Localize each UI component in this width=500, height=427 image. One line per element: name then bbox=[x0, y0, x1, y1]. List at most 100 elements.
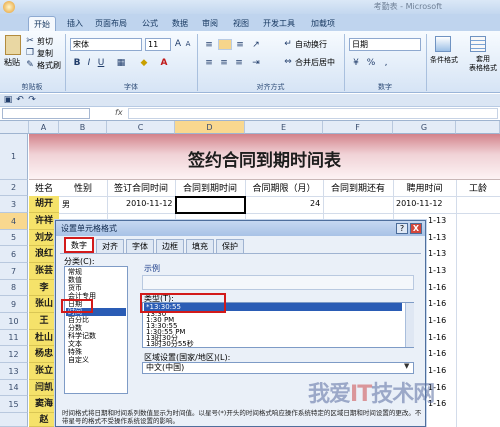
row-header[interactable]: 10 bbox=[0, 313, 28, 330]
align-bottom-icon[interactable]: ≡ bbox=[234, 39, 246, 51]
cell-hire-date-fragment[interactable]: 1-13 bbox=[428, 216, 446, 225]
column-header-a[interactable]: A bbox=[29, 121, 59, 134]
undo-icon[interactable]: ↶ bbox=[15, 94, 25, 106]
row-header[interactable] bbox=[0, 413, 28, 427]
type-item[interactable]: 13时30分55秒 bbox=[146, 340, 194, 348]
select-all-corner[interactable] bbox=[0, 121, 29, 134]
column-header-c[interactable]: C bbox=[107, 121, 175, 134]
copy-icon[interactable]: ❐ bbox=[25, 47, 35, 59]
office-logo-icon[interactable] bbox=[3, 1, 15, 13]
category-item[interactable]: 特殊 bbox=[68, 348, 82, 356]
category-item[interactable]: 常规 bbox=[68, 268, 82, 276]
orientation-icon[interactable]: ↗ bbox=[250, 39, 262, 51]
save-icon[interactable]: ▣ bbox=[3, 94, 13, 106]
fill-color-icon[interactable]: ◆ bbox=[138, 57, 150, 69]
category-item[interactable]: 分数 bbox=[68, 324, 82, 332]
header-sign-date[interactable]: 签订合同时间 bbox=[107, 181, 175, 195]
tab-developer[interactable]: 开发工具 bbox=[258, 16, 300, 31]
tab-view[interactable]: 视图 bbox=[228, 16, 254, 31]
align-right-icon[interactable]: ≡ bbox=[233, 57, 245, 69]
dialog-tab-border[interactable]: 边框 bbox=[156, 239, 184, 253]
format-painter-button[interactable]: 格式刷 bbox=[37, 60, 61, 71]
row-header[interactable]: 7 bbox=[0, 263, 28, 280]
tab-insert[interactable]: 插入 bbox=[62, 16, 88, 31]
row-header[interactable]: 1 bbox=[0, 134, 28, 180]
cut-icon[interactable]: ✂ bbox=[25, 35, 35, 47]
conditional-format-button[interactable]: 条件格式 bbox=[430, 55, 458, 65]
category-item[interactable]: 科学记数 bbox=[68, 332, 96, 340]
dialog-tab-fill[interactable]: 填充 bbox=[186, 239, 214, 253]
number-format-select[interactable]: 日期 bbox=[349, 38, 421, 51]
percent-icon[interactable]: % bbox=[365, 57, 377, 69]
indent-icon[interactable]: ⇥ bbox=[250, 57, 262, 69]
header-remaining[interactable]: 合同到期还有 bbox=[323, 181, 393, 195]
tab-review[interactable]: 审阅 bbox=[197, 16, 223, 31]
row-header[interactable]: 8 bbox=[0, 280, 28, 296]
comma-icon[interactable]: , bbox=[380, 57, 392, 69]
header-hire-date[interactable]: 聘用时间 bbox=[393, 181, 456, 195]
category-item[interactable]: 文本 bbox=[68, 340, 82, 348]
align-top-icon[interactable]: ≡ bbox=[203, 39, 215, 51]
tab-page-layout[interactable]: 页面布局 bbox=[90, 16, 132, 31]
fx-icon[interactable]: fx bbox=[115, 108, 123, 117]
category-list[interactable]: 常规 数值 货币 会计专用 日期 时间 百分比 分数 科学记数 文本 特殊 自定… bbox=[64, 266, 128, 394]
cell-hire-date-fragment[interactable]: 1-16 bbox=[428, 299, 446, 308]
align-middle-button[interactable] bbox=[218, 39, 232, 50]
header-name[interactable]: 姓名 bbox=[29, 181, 59, 195]
category-item[interactable]: 百分比 bbox=[68, 316, 89, 324]
row-header[interactable]: 5 bbox=[0, 230, 28, 246]
paste-icon[interactable] bbox=[5, 35, 21, 55]
dialog-tab-number[interactable]: 数字 bbox=[64, 237, 94, 253]
column-header-g[interactable]: G bbox=[393, 121, 456, 134]
row-header[interactable]: 15 bbox=[0, 396, 28, 413]
row-header[interactable]: 11 bbox=[0, 330, 28, 346]
dialog-tab-alignment[interactable]: 对齐 bbox=[96, 239, 124, 253]
header-expiry-date[interactable]: 合同到期时间 bbox=[175, 181, 245, 195]
column-header-h[interactable] bbox=[456, 121, 500, 134]
name-cell[interactable]: 胡开 bbox=[29, 196, 59, 213]
column-header-d[interactable]: D bbox=[175, 121, 245, 134]
border-icon[interactable]: ▦ bbox=[115, 57, 127, 69]
active-cell[interactable] bbox=[175, 196, 246, 214]
header-seniority[interactable]: 工龄 bbox=[456, 181, 500, 195]
row-header[interactable]: 12 bbox=[0, 346, 28, 363]
header-term[interactable]: 合同期限（月） bbox=[245, 181, 323, 195]
column-header-b[interactable]: B bbox=[59, 121, 107, 134]
tab-addins[interactable]: 加载项 bbox=[306, 16, 340, 31]
cell-term[interactable]: 24 bbox=[310, 199, 320, 208]
cut-button[interactable]: 剪切 bbox=[37, 36, 53, 47]
tab-formulas[interactable]: 公式 bbox=[137, 16, 163, 31]
tab-data[interactable]: 数据 bbox=[167, 16, 193, 31]
grow-font-icon[interactable]: A bbox=[173, 38, 183, 50]
help-button[interactable]: ? bbox=[396, 223, 408, 234]
chevron-down-icon[interactable]: ▼ bbox=[404, 362, 409, 370]
name-box[interactable] bbox=[2, 108, 90, 119]
font-color-icon[interactable]: A bbox=[158, 57, 170, 69]
wrap-text-button[interactable]: 自动换行 bbox=[295, 39, 327, 50]
merge-center-button[interactable]: 合并后居中 bbox=[295, 57, 335, 68]
conditional-format-icon[interactable] bbox=[435, 36, 451, 52]
table-format-icon[interactable] bbox=[470, 36, 486, 52]
tab-home[interactable]: 开始 bbox=[28, 16, 56, 31]
cell-hire-date-fragment[interactable]: 1-13 bbox=[428, 249, 446, 258]
row-header[interactable]: 13 bbox=[0, 363, 28, 380]
column-header-f[interactable]: F bbox=[323, 121, 393, 134]
category-item[interactable]: 货币 bbox=[68, 284, 82, 292]
bold-icon[interactable]: B bbox=[72, 57, 82, 69]
cell-hire-date-fragment[interactable]: 1-16 bbox=[428, 366, 446, 375]
redo-icon[interactable]: ↷ bbox=[27, 94, 37, 106]
row-header[interactable]: 14 bbox=[0, 380, 28, 396]
row-header[interactable]: 6 bbox=[0, 246, 28, 263]
cell-sign-date[interactable]: 2010-11-12 bbox=[126, 199, 173, 208]
header-gender[interactable]: 性别 bbox=[59, 181, 107, 195]
paste-button[interactable]: 粘贴 bbox=[4, 57, 20, 68]
type-list-scrollbar[interactable] bbox=[405, 303, 414, 347]
wrap-text-icon[interactable]: ↵ bbox=[283, 38, 293, 50]
formula-input[interactable] bbox=[128, 108, 498, 119]
dialog-tab-protection[interactable]: 保护 bbox=[216, 239, 244, 253]
category-item[interactable]: 数值 bbox=[68, 276, 82, 284]
cell-hire-date-fragment[interactable]: 1-16 bbox=[428, 349, 446, 358]
copy-button[interactable]: 复制 bbox=[37, 48, 53, 59]
align-left-icon[interactable]: ≡ bbox=[203, 57, 215, 69]
column-header-e[interactable]: E bbox=[245, 121, 323, 134]
